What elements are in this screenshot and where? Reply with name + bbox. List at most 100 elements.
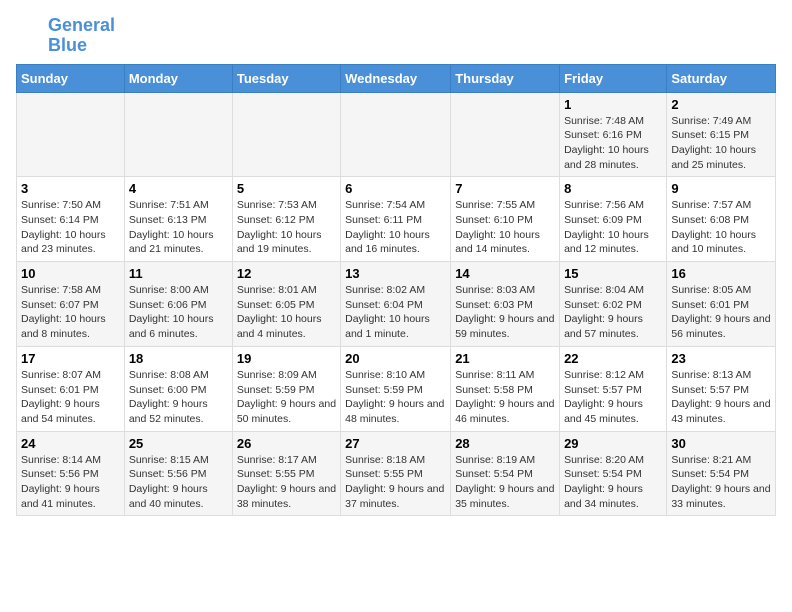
calendar-cell: 21 Sunrise: 8:11 AM Sunset: 5:58 PM Dayli… [451,346,560,431]
calendar-table: SundayMondayTuesdayWednesdayThursdayFrid… [16,64,776,517]
day-info: Sunrise: 7:53 AM Sunset: 6:12 PM Dayligh… [237,198,336,257]
calendar-week-row: 10 Sunrise: 7:58 AM Sunset: 6:07 PM Dayli… [17,262,776,347]
day-number: 21 [455,351,555,366]
day-number: 5 [237,181,336,196]
day-number: 25 [129,436,228,451]
day-info: Sunrise: 8:09 AM Sunset: 5:59 PM Dayligh… [237,368,336,427]
day-info: Sunrise: 8:11 AM Sunset: 5:58 PM Dayligh… [455,368,555,427]
calendar-cell [124,92,232,177]
day-number: 7 [455,181,555,196]
calendar-week-row: 24 Sunrise: 8:14 AM Sunset: 5:56 PM Dayli… [17,431,776,516]
day-number: 2 [671,97,771,112]
calendar-week-row: 17Sunrise: 8:07 AM Sunset: 6:01 PM Dayli… [17,346,776,431]
day-number: 10 [21,266,120,281]
logo-text: GeneralBlue [48,16,115,56]
calendar-cell: 15 Sunrise: 8:04 AM Sunset: 6:02 PM Dayli… [560,262,667,347]
day-number: 8 [564,181,662,196]
calendar-cell: 1Sunrise: 7:48 AM Sunset: 6:16 PM Daylig… [560,92,667,177]
day-info: Sunrise: 8:00 AM Sunset: 6:06 PM Dayligh… [129,283,228,342]
day-number: 11 [129,266,228,281]
day-number: 14 [455,266,555,281]
weekday-header: Tuesday [232,64,340,92]
day-number: 1 [564,97,662,112]
calendar-cell: 29 Sunrise: 8:20 AM Sunset: 5:54 PM Dayli… [560,431,667,516]
weekday-header: Wednesday [341,64,451,92]
day-info: Sunrise: 7:57 AM Sunset: 6:08 PM Dayligh… [671,198,771,257]
calendar-cell: 12 Sunrise: 8:01 AM Sunset: 6:05 PM Dayli… [232,262,340,347]
calendar-cell: 28 Sunrise: 8:19 AM Sunset: 5:54 PM Dayli… [451,431,560,516]
logo-icon [16,22,44,50]
calendar-cell: 5 Sunrise: 7:53 AM Sunset: 6:12 PM Daylig… [232,177,340,262]
day-number: 13 [345,266,446,281]
calendar-cell: 23Sunrise: 8:13 AM Sunset: 5:57 PM Dayli… [667,346,776,431]
day-number: 22 [564,351,662,366]
calendar-cell: 11 Sunrise: 8:00 AM Sunset: 6:06 PM Dayli… [124,262,232,347]
calendar-cell: 27Sunrise: 8:18 AM Sunset: 5:55 PM Dayli… [341,431,451,516]
day-info: Sunrise: 7:50 AM Sunset: 6:14 PM Dayligh… [21,198,120,257]
calendar-cell: 25 Sunrise: 8:15 AM Sunset: 5:56 PM Dayli… [124,431,232,516]
day-number: 17 [21,351,120,366]
calendar-cell: 17Sunrise: 8:07 AM Sunset: 6:01 PM Dayli… [17,346,125,431]
calendar-cell: 20 Sunrise: 8:10 AM Sunset: 5:59 PM Dayli… [341,346,451,431]
day-number: 4 [129,181,228,196]
day-number: 16 [671,266,771,281]
calendar-cell [341,92,451,177]
day-info: Sunrise: 8:15 AM Sunset: 5:56 PM Dayligh… [129,453,228,512]
calendar-cell [451,92,560,177]
calendar-cell: 2 Sunrise: 7:49 AM Sunset: 6:15 PM Daylig… [667,92,776,177]
logo: GeneralBlue [16,16,115,56]
day-info: Sunrise: 8:14 AM Sunset: 5:56 PM Dayligh… [21,453,120,512]
day-number: 15 [564,266,662,281]
day-info: Sunrise: 8:19 AM Sunset: 5:54 PM Dayligh… [455,453,555,512]
day-number: 6 [345,181,446,196]
calendar-cell [17,92,125,177]
weekday-header-row: SundayMondayTuesdayWednesdayThursdayFrid… [17,64,776,92]
day-info: Sunrise: 8:10 AM Sunset: 5:59 PM Dayligh… [345,368,446,427]
day-number: 19 [237,351,336,366]
day-info: Sunrise: 7:56 AM Sunset: 6:09 PM Dayligh… [564,198,662,257]
day-info: Sunrise: 8:17 AM Sunset: 5:55 PM Dayligh… [237,453,336,512]
day-info: Sunrise: 8:03 AM Sunset: 6:03 PM Dayligh… [455,283,555,342]
calendar-cell: 4 Sunrise: 7:51 AM Sunset: 6:13 PM Daylig… [124,177,232,262]
calendar-week-row: 3 Sunrise: 7:50 AM Sunset: 6:14 PM Daylig… [17,177,776,262]
calendar-cell: 16Sunrise: 8:05 AM Sunset: 6:01 PM Dayli… [667,262,776,347]
weekday-header: Saturday [667,64,776,92]
calendar-cell: 22 Sunrise: 8:12 AM Sunset: 5:57 PM Dayli… [560,346,667,431]
day-info: Sunrise: 7:55 AM Sunset: 6:10 PM Dayligh… [455,198,555,257]
day-info: Sunrise: 7:58 AM Sunset: 6:07 PM Dayligh… [21,283,120,342]
calendar-cell [232,92,340,177]
calendar-cell: 18Sunrise: 8:08 AM Sunset: 6:00 PM Dayli… [124,346,232,431]
day-number: 27 [345,436,446,451]
day-info: Sunrise: 8:04 AM Sunset: 6:02 PM Dayligh… [564,283,662,342]
day-info: Sunrise: 8:12 AM Sunset: 5:57 PM Dayligh… [564,368,662,427]
calendar-cell: 14 Sunrise: 8:03 AM Sunset: 6:03 PM Dayli… [451,262,560,347]
day-info: Sunrise: 7:51 AM Sunset: 6:13 PM Dayligh… [129,198,228,257]
day-info: Sunrise: 7:49 AM Sunset: 6:15 PM Dayligh… [671,114,771,173]
day-info: Sunrise: 8:01 AM Sunset: 6:05 PM Dayligh… [237,283,336,342]
weekday-header: Monday [124,64,232,92]
calendar-cell: 10 Sunrise: 7:58 AM Sunset: 6:07 PM Dayli… [17,262,125,347]
day-number: 26 [237,436,336,451]
calendar-cell: 8 Sunrise: 7:56 AM Sunset: 6:09 PM Daylig… [560,177,667,262]
weekday-header: Thursday [451,64,560,92]
day-number: 20 [345,351,446,366]
calendar-cell: 3 Sunrise: 7:50 AM Sunset: 6:14 PM Daylig… [17,177,125,262]
day-number: 29 [564,436,662,451]
day-info: Sunrise: 8:21 AM Sunset: 5:54 PM Dayligh… [671,453,771,512]
page-header: GeneralBlue [16,16,776,56]
calendar-cell: 26 Sunrise: 8:17 AM Sunset: 5:55 PM Dayli… [232,431,340,516]
calendar-cell: 13 Sunrise: 8:02 AM Sunset: 6:04 PM Dayli… [341,262,451,347]
day-info: Sunrise: 7:54 AM Sunset: 6:11 PM Dayligh… [345,198,446,257]
calendar-cell: 9 Sunrise: 7:57 AM Sunset: 6:08 PM Daylig… [667,177,776,262]
day-number: 9 [671,181,771,196]
calendar-cell: 6 Sunrise: 7:54 AM Sunset: 6:11 PM Daylig… [341,177,451,262]
day-number: 28 [455,436,555,451]
day-number: 24 [21,436,120,451]
day-number: 12 [237,266,336,281]
day-number: 3 [21,181,120,196]
calendar-cell: 7 Sunrise: 7:55 AM Sunset: 6:10 PM Daylig… [451,177,560,262]
day-info: Sunrise: 8:02 AM Sunset: 6:04 PM Dayligh… [345,283,446,342]
day-info: Sunrise: 8:08 AM Sunset: 6:00 PM Dayligh… [129,368,228,427]
day-info: Sunrise: 8:20 AM Sunset: 5:54 PM Dayligh… [564,453,662,512]
calendar-cell: 24 Sunrise: 8:14 AM Sunset: 5:56 PM Dayli… [17,431,125,516]
